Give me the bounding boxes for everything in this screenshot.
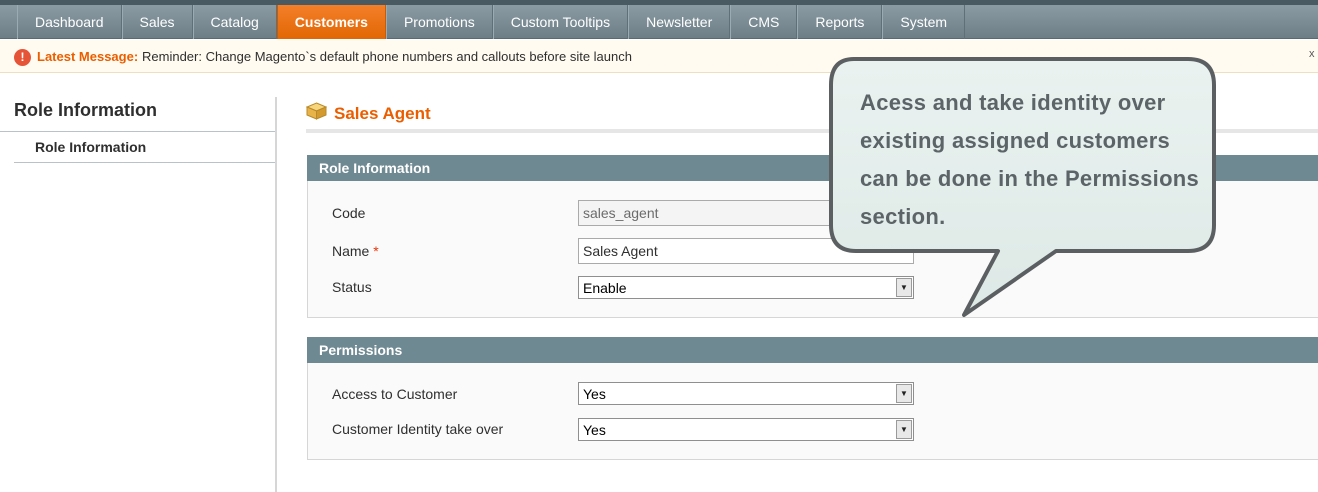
- nav-item-reports[interactable]: Reports: [797, 5, 883, 39]
- box-icon: [306, 102, 327, 120]
- name-label-text: Name: [332, 243, 370, 259]
- access-to-customer-select[interactable]: Yes ▼: [578, 382, 914, 405]
- chevron-down-icon[interactable]: ▼: [896, 384, 912, 403]
- sidebar-border: [275, 97, 277, 492]
- identity-takeover-select[interactable]: Yes ▼: [578, 418, 914, 441]
- nav-item-promotions[interactable]: Promotions: [385, 5, 493, 39]
- nav-item-custom-tooltips[interactable]: Custom Tooltips: [492, 5, 629, 39]
- tooltip-text: Acess and take identity over existing as…: [860, 90, 1200, 229]
- chevron-down-icon[interactable]: ▼: [896, 420, 912, 439]
- nav-item-catalog[interactable]: Catalog: [192, 5, 277, 39]
- nav-item-system[interactable]: System: [882, 5, 966, 39]
- status-label: Status: [332, 279, 372, 295]
- message-label: Latest Message:: [37, 49, 139, 64]
- identity-selected-value: Yes: [583, 422, 606, 438]
- alert-icon: !: [14, 49, 31, 66]
- access-selected-value: Yes: [583, 386, 606, 402]
- nav-item-sales[interactable]: Sales: [121, 5, 193, 39]
- identity-takeover-label: Customer Identity take over: [332, 421, 504, 437]
- permissions-header: Permissions: [307, 337, 1318, 363]
- code-label: Code: [332, 205, 366, 221]
- page-title: Sales Agent: [334, 104, 431, 123]
- permissions-fieldset: [307, 363, 1318, 460]
- divider: [14, 162, 276, 163]
- divider: [0, 131, 276, 132]
- sidebar-tab-role-information[interactable]: Role Information: [35, 139, 146, 155]
- name-label: Name *: [332, 243, 379, 259]
- nav-list: Dashboard Sales Catalog Customers Promotions…: [17, 5, 966, 39]
- required-marker: *: [373, 243, 379, 259]
- nav-item-cms[interactable]: CMS: [730, 5, 798, 39]
- sidebar-title: Role Information: [14, 100, 157, 120]
- access-to-customer-label: Access to Customer: [332, 386, 458, 402]
- nav-item-dashboard[interactable]: Dashboard: [17, 5, 122, 39]
- status-selected-value: Enable: [583, 280, 627, 296]
- close-icon[interactable]: x: [1309, 48, 1315, 60]
- nav-item-newsletter[interactable]: Newsletter: [628, 5, 731, 39]
- nav-item-customers[interactable]: Customers: [276, 5, 386, 39]
- message-text[interactable]: Reminder: Change Magento`s default phone…: [142, 49, 632, 64]
- main-nav: Dashboard Sales Catalog Customers Promotions…: [0, 5, 1318, 39]
